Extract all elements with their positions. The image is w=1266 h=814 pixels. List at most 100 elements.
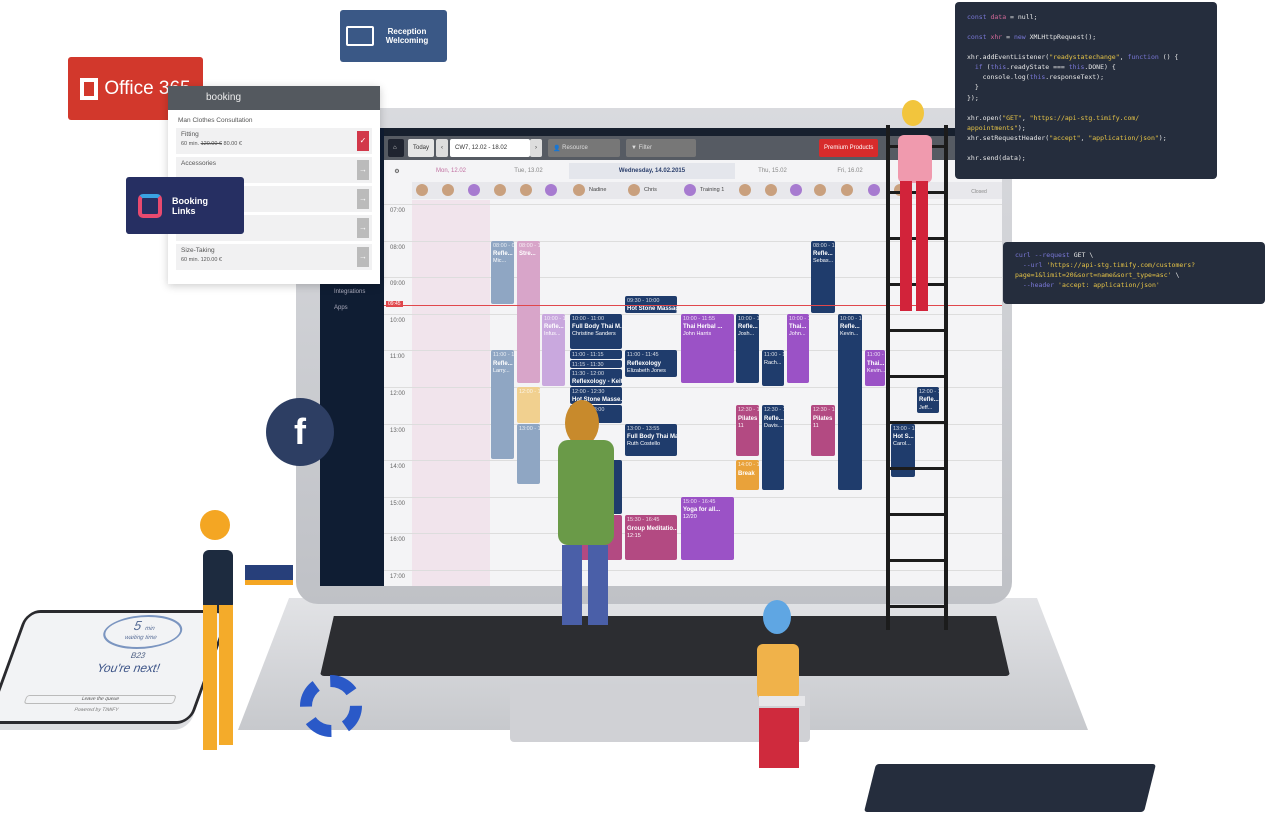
resource-avatar[interactable] [868,184,880,196]
resource-avatar[interactable] [628,184,640,196]
calendar-event[interactable]: 10:00 - 11:55 Refle...Josh... [736,313,759,383]
resource-avatar[interactable] [494,184,506,196]
resource-avatar[interactable] [545,184,557,196]
resource-avatar[interactable] [573,184,585,196]
headline: You're next! [94,661,163,675]
resource-avatar[interactable] [520,184,532,196]
resource-avatar[interactable] [442,184,454,196]
calendar-event[interactable]: 10:00 - 11:55 Thai Herbal ... John Harris [681,313,734,383]
resource-avatar[interactable] [684,184,696,196]
calendar-event[interactable]: 15:00 - 16:45 Yoga for all... 12/20 [681,496,734,560]
sidebar-item-integrations[interactable]: Integrations [334,289,365,295]
booking-links-label: Booking Links [172,195,208,216]
event-time: 15:00 - 16:45 [683,498,716,505]
calendar-event[interactable]: 11:00 - 11:15Deep Tissue M... [570,350,622,359]
hour-label: 10:00 [390,317,406,324]
arrow-right-icon[interactable]: → [357,218,369,238]
event-subtitle: Elizabeth Jones [627,367,666,374]
service-item[interactable]: Size-Taking 60 min. 120.00 € → [176,244,372,270]
reception-badge: Reception Welcoming [340,10,447,62]
code-token: --url [1015,261,1047,270]
event-time: 11:00 - 11:15 [572,352,604,359]
calendar-event[interactable]: 11:00 - 12:00Rach... [762,350,784,386]
code-snippet-floor [864,764,1156,812]
event-subtitle: Josh... [738,331,755,338]
hour-label: 09:00 [390,281,406,288]
resource-avatar[interactable] [841,184,853,196]
day-header-wed[interactable]: Wednesday, 14.02.2015 [569,163,735,179]
event-subtitle: John... [789,331,806,338]
calendar-event[interactable]: 11:00 - 12:00Thai...Kevin... [865,350,885,386]
day-header-tue[interactable]: Tue, 13.02 [490,163,567,179]
code-token: page=1&limit=20&sort=name&sort_type=asc' [1015,271,1172,280]
sidebar-item-apps[interactable]: Apps [334,305,348,311]
event-time: 11:15 - 11:30 [572,361,604,368]
resource-avatar[interactable] [739,184,751,196]
calendar-event[interactable]: 10:00 - 11:00 Full Body Thai M... Christin… [570,313,622,350]
code-line: console.log(this.responseText); [967,72,1205,82]
calendar-event[interactable]: 14:00 - 14:50Break [736,460,759,490]
day-header-mon[interactable]: Mon, 12.02 [412,163,490,179]
week-selector[interactable]: CW7, 12.02 - 18.02 [450,139,530,157]
prev-week-button[interactable]: ‹ [436,139,448,157]
resource-avatar[interactable] [416,184,428,196]
code-token: function [1127,53,1159,62]
code-token: 'accept: application/json' [1058,281,1160,290]
arrow-right-icon[interactable]: → [357,189,369,209]
resource-avatar[interactable] [814,184,826,196]
event-subtitle: Christine Sanders [572,331,616,338]
service-item[interactable]: Fitting 60 min. 120.00 € 80.00 € ✓ [176,128,372,154]
code-token: .DONE) { [1084,63,1116,72]
resource-avatar[interactable] [765,184,777,196]
resource-dropdown[interactable]: 👤 Resource [548,139,620,157]
calendar-event[interactable]: 12:30 - 14:50Refle...Davis... [762,405,784,490]
calendar-event[interactable]: 11:30 - 12:00 Reflexology - Keith [570,368,622,386]
resource-avatar[interactable] [790,184,802,196]
next-week-button[interactable]: › [530,139,542,157]
arrow-right-icon[interactable]: → [357,160,369,180]
settings-icon[interactable]: ⚙ [384,163,410,179]
filter-icon: ▼ [631,145,639,151]
filter-dropdown[interactable]: ▼ Filter [626,139,696,157]
home-button[interactable]: ⌂ [388,139,404,157]
code-line: --url 'https://api-stg.timify.com/custom… [1015,260,1253,270]
calendar-event[interactable]: 12:30 - 13:55Pilates11 [736,405,759,457]
calendar-event[interactable]: 15:30 - 16:45 Group Meditatio... 12:15 [625,515,677,560]
calendar-event[interactable]: 10:00 - 11:55 Thai...John... [787,313,809,383]
calendar-event[interactable]: 11:00 - 11:45 Reflexology Elizabeth Jones [625,350,677,377]
event-time: 11:30 - 12:00 [572,370,605,377]
code-token: appointments" [967,123,1018,132]
calendar-event[interactable]: 10:00 - 12:00 Refle...Infus... [542,313,565,386]
event-time: 08:00 - 09:45 [493,242,514,249]
code-token: xhr [990,33,1003,42]
old-price: 120.00 € [200,141,222,147]
code-token: }); [967,93,979,102]
code-line: const data = null; [967,12,1205,22]
arrow-right-icon[interactable]: → [357,247,369,267]
resource-label: Resource [562,145,588,151]
today-button[interactable]: Today [408,139,435,157]
day-header-fri[interactable]: Fri, 16.02 [810,163,890,179]
calendar-event[interactable]: 08:00 - 11:55 Stre... [517,240,540,383]
powered-by: Powered by TIMIFY [73,707,120,713]
category-label[interactable]: Man Clothes Consultation [168,110,380,126]
event-subtitle: 11 [738,422,744,429]
calendar-event[interactable]: 13:00 - 13:55 Full Body Thai Ma...Ruth Co… [625,423,677,457]
calendar-event[interactable]: 13:00 - 14:40 [517,423,540,484]
leave-queue-button[interactable]: Leave the queue [23,695,177,704]
event-subtitle: 12:15 [627,532,641,539]
calendar-event[interactable]: 11:00 - 14:00Refle...Larry... [491,350,514,460]
calendar-event[interactable]: 11:15 - 11:30Full Body Th... [570,359,622,368]
calendar-event[interactable]: 12:30 - 13:55Pilates11 [811,405,835,457]
calendar-event[interactable]: 12:00 - 13:00 [517,387,540,423]
check-icon[interactable]: ✓ [357,131,369,151]
premium-products-button[interactable]: Premium Products [819,139,879,157]
event-subtitle: Rach... [764,359,782,366]
resource-avatar[interactable] [468,184,480,196]
calendar-event[interactable]: 08:00 - 09:45 Refle...Mic... [491,240,514,304]
day-header-thu[interactable]: Thu, 15.02 [735,163,810,179]
calendar-event[interactable]: 10:00 - 14:50 Refle...Kevin... [838,313,862,490]
calendar-event[interactable]: 08:00 - 10:00 Refle...Sebas... [811,240,835,313]
